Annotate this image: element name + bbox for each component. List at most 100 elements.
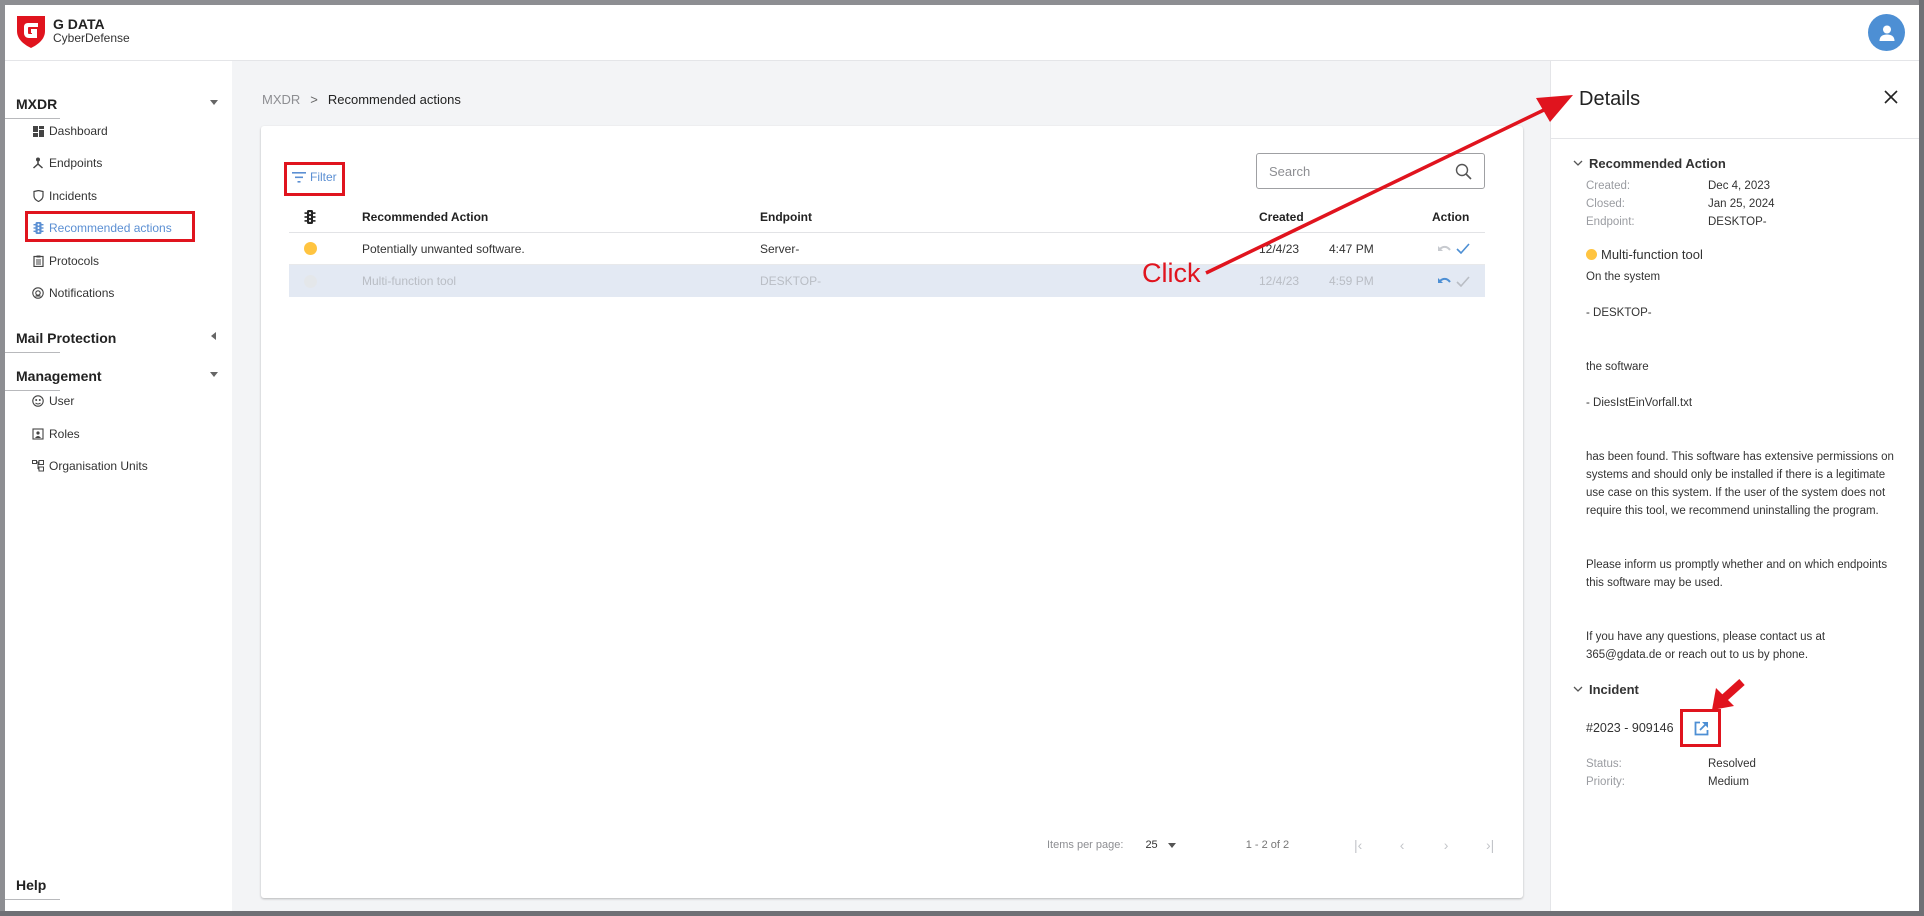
user-avatar-button[interactable]: [1868, 14, 1905, 51]
window-frame: [1919, 0, 1924, 916]
paginator: Items per page: 25 1 - 2 of 2 |‹ ‹ › ›|: [1047, 835, 1497, 855]
sidebar-item-user[interactable]: User: [32, 390, 74, 412]
top-bar: G DATA CyberDefense: [5, 5, 1919, 61]
section-heading: Incident: [1589, 682, 1639, 697]
sidebar: MXDR Dashboard Endpoints Incidents Recom…: [5, 61, 232, 911]
badge-icon: [32, 428, 44, 440]
search-icon[interactable]: [1455, 163, 1472, 180]
main-content: MXDR > Recommended actions Filter Search…: [232, 61, 1550, 911]
breadcrumb-root[interactable]: MXDR: [262, 92, 300, 107]
org-units-icon: [32, 460, 44, 472]
chevron-right-icon: >: [310, 92, 318, 107]
field-value: Medium: [1708, 776, 1749, 788]
window-frame: [0, 911, 1924, 916]
sidebar-item-label: Endpoints: [49, 156, 103, 170]
recommended-actions-card: Filter Search Recommended Action Endpoin…: [261, 126, 1523, 898]
check-icon[interactable]: [1456, 275, 1470, 287]
chevron-left-icon[interactable]: [211, 332, 216, 340]
sidebar-item-dashboard[interactable]: Dashboard: [32, 120, 108, 142]
undo-icon[interactable]: [1436, 276, 1451, 286]
field-value: Jan 25, 2024: [1708, 198, 1775, 210]
column-header-recommended-action[interactable]: Recommended Action: [362, 208, 488, 232]
clipboard-icon: [32, 255, 44, 267]
status-dot-closed: [304, 274, 317, 288]
items-per-page-label: Items per page:: [1047, 839, 1124, 851]
field-label: Closed:: [1586, 198, 1625, 210]
details-header: Details: [1551, 61, 1919, 139]
highlight-annotation: [284, 162, 345, 196]
undo-icon[interactable]: [1436, 244, 1451, 254]
items-per-page-select[interactable]: 25: [1145, 839, 1176, 851]
sidebar-item-protocols[interactable]: Protocols: [32, 250, 99, 272]
column-header-created[interactable]: Created: [1259, 208, 1304, 232]
section-toggle-recommended-action[interactable]: Recommended Action: [1573, 156, 1726, 171]
sidebar-item-organisation-units[interactable]: Organisation Units: [32, 455, 148, 477]
section-heading: Recommended Action: [1589, 156, 1726, 171]
field-value: Resolved: [1708, 758, 1756, 770]
row-action: Potentially unwanted software.: [362, 241, 525, 256]
recommended-actions-table: Recommended Action Endpoint Created Acti…: [289, 208, 1485, 297]
column-header-endpoint[interactable]: Endpoint: [760, 208, 812, 232]
sidebar-section-label: Management: [16, 368, 102, 384]
recommended-action-name: Multi-function tool: [1586, 247, 1703, 262]
next-page-icon[interactable]: ›: [1439, 837, 1453, 853]
logo[interactable]: G DATA CyberDefense: [15, 13, 130, 49]
description-line: the software: [1586, 361, 1649, 373]
chevron-down-icon: [1573, 686, 1583, 692]
incident-id: #2023 - 909146: [1586, 721, 1674, 735]
at-icon: [32, 287, 44, 299]
highlight-annotation: [1680, 709, 1721, 747]
status-column-header[interactable]: [304, 208, 316, 232]
logo-title: G DATA: [53, 16, 105, 33]
description-paragraph: has been found. This software has extens…: [1586, 451, 1894, 517]
help-link[interactable]: Help: [16, 877, 46, 893]
sidebar-item-label: Dashboard: [49, 124, 108, 138]
sidebar-item-label: Organisation Units: [49, 459, 148, 473]
section-divider: [5, 118, 60, 119]
row-date: 12/4/23: [1259, 241, 1300, 256]
sidebar-item-notifications[interactable]: Notifications: [32, 282, 114, 304]
sidebar-item-label: User: [49, 394, 75, 408]
search-field[interactable]: [1256, 153, 1485, 189]
sidebar-item-roles[interactable]: Roles: [32, 423, 80, 445]
field-label: Endpoint:: [1586, 216, 1635, 228]
description-line: - DESKTOP-: [1586, 307, 1652, 319]
row-date: 12/4/23: [1259, 274, 1300, 288]
sidebar-section-mail-protection[interactable]: Mail Protection: [5, 322, 232, 353]
endpoint-field: Endpoint: DESKTOP-: [1586, 216, 1767, 228]
check-icon[interactable]: [1456, 243, 1470, 254]
chevron-down-icon: [1573, 160, 1583, 166]
section-toggle-incident[interactable]: Incident: [1573, 682, 1639, 697]
column-header-action: Action: [1432, 210, 1470, 224]
table-row[interactable]: Potentially unwanted software. Server- 1…: [289, 233, 1485, 265]
chevron-down-icon[interactable]: [210, 100, 218, 105]
last-page-icon[interactable]: ›|: [1483, 837, 1497, 853]
description-line: On the system: [1586, 271, 1661, 283]
caret-down-icon: [1167, 842, 1176, 848]
field-value: Dec 4, 2023: [1708, 180, 1771, 192]
row-endpoint: Server-: [760, 241, 800, 256]
page-range: 1 - 2 of 2: [1245, 839, 1290, 851]
items-per-page-value: 25: [1145, 839, 1158, 851]
close-icon[interactable]: [1881, 87, 1901, 107]
sidebar-help[interactable]: Help: [5, 869, 232, 900]
sidebar-item-label: Notifications: [49, 286, 115, 300]
app-window: G DATA CyberDefense MXDR Dashboard Endpo…: [5, 5, 1919, 911]
field-label: Priority:: [1586, 776, 1625, 788]
section-divider: [5, 352, 60, 353]
sidebar-section-management[interactable]: Management: [5, 360, 232, 391]
chevron-down-icon[interactable]: [210, 372, 218, 377]
details-title: Details: [1579, 88, 1641, 110]
traffic-light-icon: [304, 210, 316, 224]
action-name: Multi-function tool: [1601, 247, 1703, 262]
sidebar-section-mxdr[interactable]: MXDR: [5, 88, 232, 119]
first-page-icon[interactable]: |‹: [1351, 837, 1365, 853]
sidebar-item-incidents[interactable]: Incidents: [32, 185, 97, 207]
sidebar-item-endpoints[interactable]: Endpoints: [32, 152, 102, 174]
sidebar-item-label: Protocols: [49, 254, 100, 268]
logo-subtitle: CyberDefense: [53, 31, 130, 46]
search-input[interactable]: [1269, 163, 1455, 179]
gdata-shield-icon: [17, 16, 45, 48]
previous-page-icon[interactable]: ‹: [1395, 837, 1409, 853]
table-row-selected[interactable]: Multi-function tool DESKTOP- 12/4/23 4:5…: [289, 265, 1485, 297]
